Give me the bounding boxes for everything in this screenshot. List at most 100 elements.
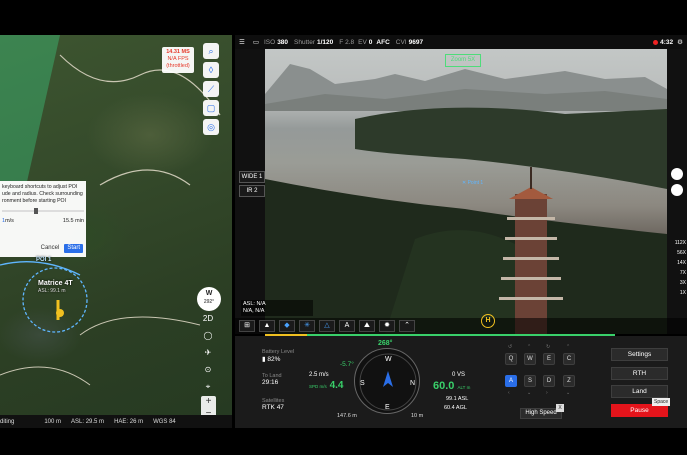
key-z[interactable]: Z [563, 375, 575, 387]
night-icon[interactable]: ✹ [379, 320, 395, 332]
wide-key: 1 [259, 174, 263, 180]
key-s[interactable]: S [524, 375, 536, 387]
camera-feed[interactable] [265, 49, 667, 334]
zoom-indicator: Zoom 5X [445, 54, 481, 67]
layers-icon[interactable]: ◯ [201, 330, 215, 342]
attitude-compass: W N E S [354, 348, 420, 414]
left-arrow-icon: ‹ [508, 390, 510, 396]
poi-cancel-button[interactable]: Cancel [39, 244, 62, 253]
rth-button[interactable]: RTH [611, 367, 668, 380]
shutter-value: 1/120 [317, 38, 334, 46]
battery-icon: ▮ [262, 356, 266, 363]
ai-icon[interactable]: A [339, 320, 355, 332]
settings-button[interactable]: Settings [611, 348, 668, 361]
key-e[interactable]: E [543, 353, 555, 365]
zoom-out-icon[interactable]: − [201, 408, 216, 415]
terrain-icon[interactable]: ▲ [259, 320, 275, 332]
ir-lens-button[interactable]: IR 2 [239, 185, 265, 197]
svg-text:N: N [410, 380, 415, 387]
key-d[interactable]: D [543, 375, 555, 387]
pause-key: Space [652, 398, 671, 406]
line-icon[interactable]: ⟋ [203, 81, 219, 97]
land-button[interactable]: Land [611, 385, 668, 398]
area-icon[interactable]: ▢ [203, 100, 219, 116]
aircraft-icon[interactable]: ✈ [201, 347, 215, 359]
key-q[interactable]: Q [505, 353, 517, 365]
target-icon[interactable]: ⌖ [201, 381, 215, 393]
landmark-icon[interactable]: △ [319, 320, 335, 332]
map-hae: HAE: 26 m [114, 418, 144, 425]
map-side-toolbar: ⌕ ◊ ⟋ ▢ ◎ [203, 43, 219, 135]
poi-speed-unit: m/s [5, 218, 14, 224]
to-land-value: 29:16 [262, 379, 279, 386]
distance-poi: 10 m [411, 413, 424, 419]
poi-start-button[interactable]: Start [64, 244, 83, 253]
zoom-scale-item[interactable]: 1X [668, 288, 686, 298]
zoom-scale-item[interactable]: 112X [668, 238, 686, 248]
poi-map-label: POI 1 [36, 257, 52, 263]
svg-text:W: W [385, 356, 392, 363]
grid-icon[interactable]: ⊞ [239, 320, 255, 332]
settings-icon[interactable]: ⚙ [677, 38, 683, 46]
zoom-scale-item[interactable]: 7X [668, 268, 686, 278]
vertical-speed: 0 VS [452, 372, 466, 378]
photo-mode-icon[interactable] [671, 168, 683, 180]
2d-toggle[interactable]: 2D [201, 313, 215, 325]
pin-icon[interactable]: ◊ [203, 62, 219, 78]
poi-speed-slider[interactable] [2, 208, 84, 214]
key-w[interactable]: W [524, 353, 536, 365]
heading-value: 268° [378, 340, 393, 347]
altitude-unit: ALT m [457, 385, 471, 390]
descend-icon: ⌄ [566, 390, 571, 396]
key-a[interactable]: A [505, 375, 517, 387]
storage-value: 9697 [408, 38, 424, 46]
zoom-scale-item[interactable]: 14X [668, 258, 686, 268]
wide-label: WIDE [241, 174, 258, 180]
battery-value: 82% [267, 356, 281, 363]
svg-text:E: E [385, 404, 390, 411]
mountain-icon[interactable]: ⛰ [359, 320, 375, 332]
zoom-scale-item[interactable]: 3X [668, 278, 686, 288]
keyboard-control: ↺ ⌃ ↻ ⌃ Q W E C A S D Z ‹ ⌄ › ⌄ [502, 344, 582, 404]
agl-value: 60.4 AGL [444, 405, 467, 411]
target-asl-box: ASL: N/A N/A, N/A [241, 300, 313, 316]
pin-mode-icon[interactable]: ◆ [279, 320, 295, 332]
compass-letter: W [205, 290, 213, 297]
poi-text-line3: ronment before starting POI [2, 198, 67, 204]
record-dot-icon [653, 39, 659, 45]
right-arrow-icon: › [546, 390, 548, 396]
map-view[interactable]: 14.31 MS N/A FPS (throttled) ⌕ ◊ ⟋ ▢ ◎ k… [0, 35, 232, 415]
camera-icon: ▭ [252, 39, 259, 46]
shutter-button-icon[interactable] [671, 184, 683, 196]
poi-feed-marker[interactable]: ✕ Point 1 [462, 180, 483, 186]
compass-degree: 292° [203, 299, 215, 305]
up-arrow-icon: ⌃ [527, 344, 532, 350]
poi-text-line1: keyboard shortcuts to adjust POI [2, 184, 78, 190]
drone-name: Matrice 4T [38, 280, 73, 287]
zoom-in-icon[interactable]: + [201, 396, 216, 408]
laser-icon[interactable]: ✳ [299, 320, 315, 332]
map-zoom-control: + − [201, 396, 216, 415]
circle-icon[interactable]: ◎ [203, 119, 219, 135]
storage-label: CVI [395, 38, 407, 46]
camera-right-icons [671, 168, 683, 196]
wide-lens-button[interactable]: WIDE 1 [239, 171, 265, 183]
menu-icon[interactable]: ☰ [239, 38, 245, 46]
search-icon[interactable]: ⌕ [203, 43, 219, 59]
fstop-value: F 2.8 [339, 38, 355, 46]
asl-value: 99.1 ASL [446, 396, 469, 402]
key-c[interactable]: C [563, 353, 575, 365]
locate-icon[interactable]: ⊙ [201, 364, 215, 376]
poi-feed-label: Point 1 [467, 180, 484, 186]
map-compass[interactable]: W 292° [197, 287, 221, 311]
zoom-scale[interactable]: 112X 56X 14X 7X 3X 1X [668, 238, 686, 298]
map-status-bar: diting 100 m ASL: 29.5 m HAE: 26 m WGS 8… [0, 415, 232, 428]
poi-time: 15.5 min [62, 218, 84, 224]
spotlight-icon[interactable]: ⌃ [399, 320, 415, 332]
down-arrow-icon: ⌄ [527, 390, 532, 396]
camera-status-bar: ☰ ▭ ISO 380 Shutter 1/120 F 2.8 EV 0 AFC… [235, 35, 687, 49]
asl-line2: N/A, N/A [243, 308, 265, 314]
speed-value: 4.4 [329, 380, 344, 391]
zoom-scale-item[interactable]: 56X [668, 248, 686, 258]
svg-text:S: S [360, 380, 365, 387]
